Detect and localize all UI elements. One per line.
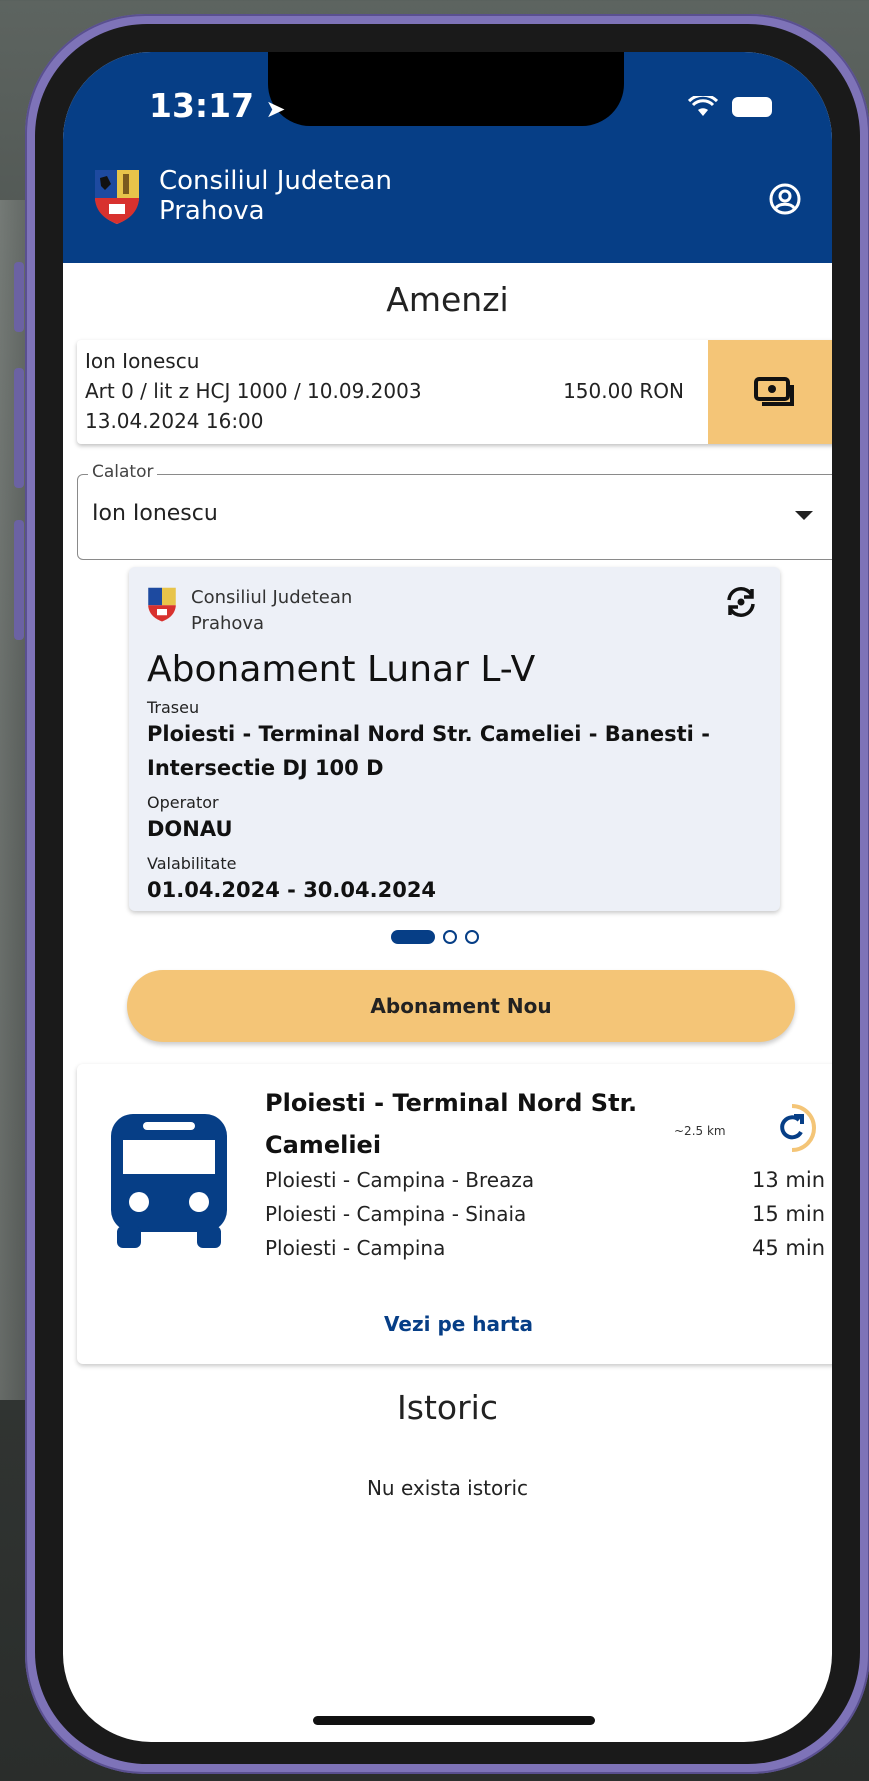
phone-volume-down (14, 520, 24, 640)
status-time-text: 13:17 (149, 86, 255, 125)
route-name: Ploiesti - Campina (265, 1236, 446, 1260)
history-empty-text: Nu exista istoric (366, 1476, 529, 1500)
fine-datetime: 13.04.2024 16:00 (85, 409, 264, 433)
phone-frame: 13:17 ➤ Consiliul Judetean Prahova Amenz… (25, 14, 869, 1774)
station-card: Ploiesti - Terminal Nord Str. Cameliei ~… (77, 1064, 832, 1364)
fine-card[interactable]: Ion Ionescu Art 0 / lit z HCJ 1000 / 10.… (77, 340, 832, 444)
home-indicator[interactable] (313, 1716, 595, 1725)
fine-person: Ion Ionescu (85, 349, 200, 373)
route-row: Ploiesti - Campina - Breaza 13 min (265, 1168, 825, 1192)
refresh-icon[interactable] (766, 1102, 818, 1154)
carousel-dot[interactable] (443, 930, 457, 944)
route-eta: 45 min (752, 1236, 825, 1260)
location-arrow-icon: ➤ (265, 95, 286, 123)
route-name: Ploiesti - Campina - Sinaia (265, 1202, 527, 1226)
phone-volume-up (14, 368, 24, 488)
wifi-icon (688, 96, 718, 116)
route-eta: 15 min (752, 1202, 825, 1226)
route-value-line-1: Ploiesti - Terminal Nord Str. Cameliei -… (147, 722, 710, 746)
route-row: Ploiesti - Campina - Sinaia 15 min (265, 1202, 825, 1226)
account-circle-icon[interactable] (768, 182, 802, 216)
carousel-dot[interactable] (465, 930, 479, 944)
fines-title: Amenzi (386, 280, 509, 319)
route-row: Ploiesti - Campina 45 min (265, 1236, 825, 1260)
app-screen: 13:17 ➤ Consiliul Judetean Prahova Amenz… (63, 52, 832, 1742)
brand: Consiliul Judetean Prahova (93, 166, 392, 226)
subscription-brand: Consiliul Judetean Prahova (147, 585, 762, 637)
subscription-brand-text: Consiliul Judetean Prahova (191, 585, 352, 637)
fine-details: Ion Ionescu Art 0 / lit z HCJ 1000 / 10.… (77, 340, 708, 444)
view-on-map-link[interactable]: Vezi pe harta (77, 1312, 832, 1336)
dropdown-arrow-icon[interactable] (795, 511, 813, 520)
subscription-brand-line-1: Consiliul Judetean (191, 587, 353, 608)
battery-icon (732, 97, 772, 117)
operator-label: Operator (147, 793, 219, 812)
route-name: Ploiesti - Campina - Breaza (265, 1168, 535, 1192)
route-value-line-2: Intersectie DJ 100 D (147, 756, 384, 780)
validity-label: Valabilitate (147, 854, 237, 873)
route-label: Traseu (147, 698, 200, 717)
phone-silent-switch (14, 262, 24, 332)
brand-line-1: Consiliul Judetean (159, 166, 392, 196)
traveler-select-label: Calator (88, 462, 158, 482)
status-time: 13:17 ➤ (149, 86, 286, 125)
pay-fine-button[interactable] (708, 340, 832, 444)
county-crest-icon (95, 170, 139, 224)
brand-line-2: Prahova (159, 196, 265, 226)
sync-camera-icon[interactable] (724, 585, 758, 619)
station-name-line-1: Ploiesti - Terminal Nord Str. (265, 1089, 638, 1117)
status-icons (688, 96, 772, 118)
fine-amount: 150.00 RON (563, 379, 684, 403)
validity-value: 01.04.2024 - 30.04.2024 (147, 878, 437, 902)
new-subscription-button[interactable]: Abonament Nou (127, 970, 795, 1042)
traveler-select-value: Ion Ionescu (92, 501, 218, 526)
station-distance: ~2.5 km (674, 1124, 726, 1138)
subscription-brand-line-2: Prahova (191, 613, 265, 634)
subscription-card[interactable]: Consiliul Judetean Prahova Abonament Lun… (129, 567, 780, 911)
traveler-select[interactable]: Calator Ion Ionescu (77, 462, 832, 560)
station-name: Ploiesti - Terminal Nord Str. Cameliei (265, 1082, 645, 1166)
bus-icon (111, 1114, 227, 1248)
brand-text: Consiliul Judetean Prahova (159, 166, 392, 226)
station-name-line-2: Cameliei (265, 1131, 382, 1159)
phone-notch (268, 52, 624, 126)
phone-bezel: 13:17 ➤ Consiliul Judetean Prahova Amenz… (35, 24, 860, 1764)
carousel-dot-active[interactable] (391, 930, 435, 944)
history-title: Istoric (397, 1388, 498, 1427)
operator-value: DONAU (147, 817, 233, 841)
cash-payment-icon (754, 377, 794, 406)
route-eta: 13 min (752, 1168, 825, 1192)
county-crest-icon (148, 587, 176, 622)
carousel-indicator (391, 930, 479, 944)
subscription-title: Abonament Lunar L-V (147, 649, 536, 690)
app-header: 13:17 ➤ Consiliul Judetean Prahova (63, 52, 832, 263)
